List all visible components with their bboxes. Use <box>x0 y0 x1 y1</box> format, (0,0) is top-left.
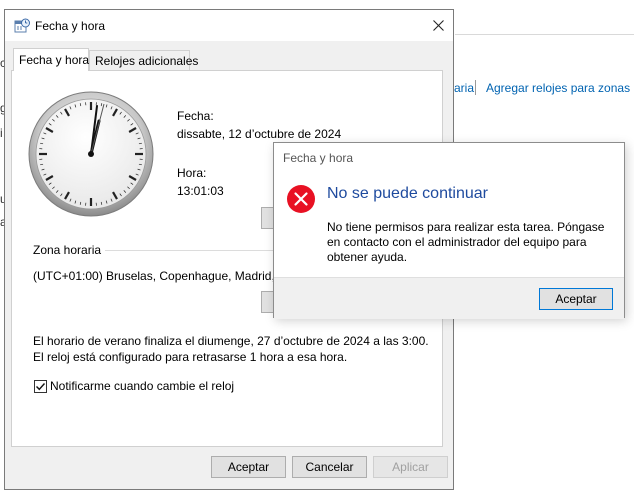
date-value: dissabte, 12 d’octubre de 2024 <box>177 127 342 141</box>
timezone-group-label: Zona horaria <box>33 243 102 257</box>
checkmark-icon <box>36 383 46 391</box>
add-clocks-link[interactable]: Agregar relojes para zonas h <box>486 81 634 95</box>
dialog-title: Fecha y hora <box>35 19 106 33</box>
time-value: 13:01:03 <box>177 184 224 198</box>
tab-date-time[interactable]: Fecha y hora <box>13 48 89 71</box>
notify-checkbox-label[interactable]: Notificarme cuando cambie el reloj <box>50 379 234 393</box>
close-button[interactable] <box>423 10 453 41</box>
analog-clock <box>28 91 154 217</box>
error-heading: No se puede continuar <box>327 185 488 202</box>
apply-button[interactable]: Aplicar <box>373 456 448 478</box>
timezone-value: (UTC+01:00) Bruselas, Copenhague, Madrid… <box>33 269 287 283</box>
error-icon <box>287 185 315 213</box>
error-message: No tiene permisos para realizar esta tar… <box>327 220 605 264</box>
date-time-app-icon <box>14 18 30 33</box>
link-separator <box>475 80 476 95</box>
error-dialog: Fecha y hora No se puede continuar No ti… <box>273 142 625 319</box>
close-icon <box>432 20 444 31</box>
error-dialog-title: Fecha y hora <box>283 151 354 165</box>
cancel-button[interactable]: Cancelar <box>292 456 367 478</box>
time-label: Hora: <box>177 166 207 180</box>
tab-additional-clocks[interactable]: Relojes adicionales <box>89 50 198 70</box>
error-accept-button[interactable]: Aceptar <box>539 288 613 310</box>
date-label: Fecha: <box>177 109 214 123</box>
divider <box>455 34 634 35</box>
dst-notice: El horario de verano finaliza el diumeng… <box>33 334 429 364</box>
text-fragment: i <box>0 126 3 140</box>
accept-button[interactable]: Aceptar <box>211 456 286 478</box>
dialog-titlebar: Fecha y hora <box>5 10 453 41</box>
notify-checkbox[interactable] <box>34 380 47 393</box>
error-dialog-footer: Aceptar <box>274 277 624 319</box>
